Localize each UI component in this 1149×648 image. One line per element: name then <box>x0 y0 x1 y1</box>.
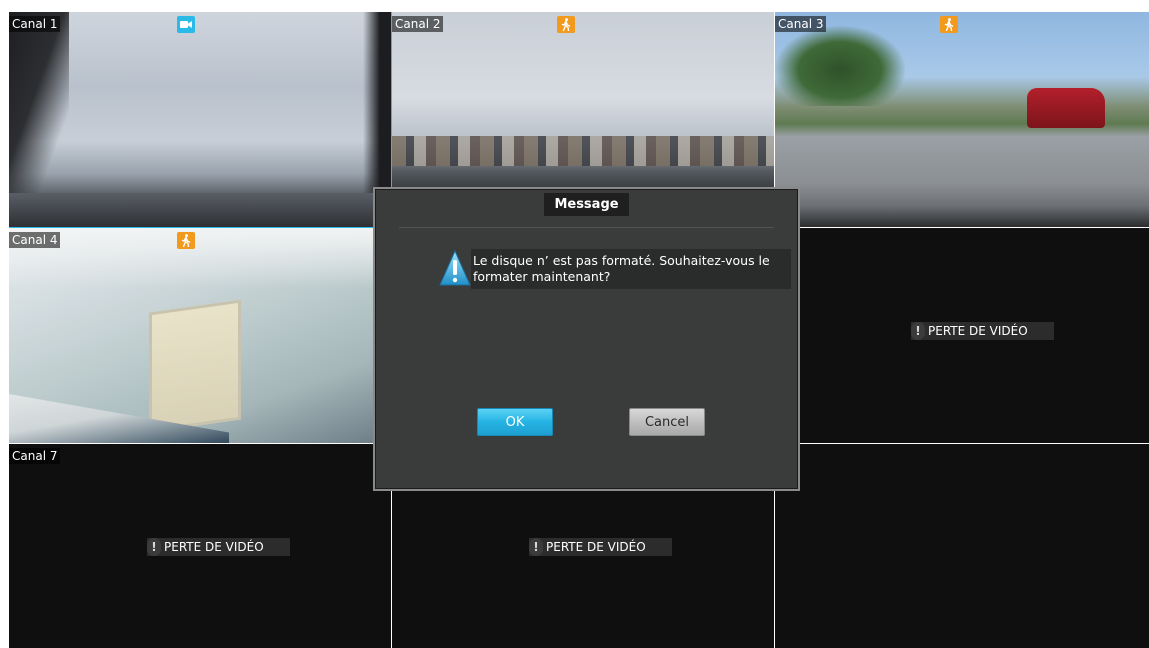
video-loss-indicator: ! PERTE DE VIDÉO <box>529 538 672 556</box>
video-loss-indicator: ! PERTE DE VIDÉO <box>147 538 290 556</box>
dialog-title-bar: Message <box>375 193 798 216</box>
channel-label: Canal 2 <box>392 16 444 32</box>
camera-icon <box>177 16 195 33</box>
ok-button[interactable]: OK <box>477 408 553 436</box>
video-loss-text: PERTE DE VIDÉO <box>164 540 264 554</box>
warning-icon: ! <box>147 538 161 556</box>
tree <box>775 26 905 106</box>
camera-feed-1 <box>9 12 391 227</box>
camera-feed-3 <box>775 12 1149 227</box>
camera-icon-glyph <box>180 21 192 28</box>
walking-person-glyph <box>944 18 954 31</box>
walking-person-glyph <box>561 18 571 31</box>
channel-tile-1[interactable]: Canal 1 <box>9 12 392 228</box>
door <box>149 299 241 433</box>
dialog-message: Le disque n’ est pas formaté. Souhaitez-… <box>439 249 791 291</box>
walking-person-icon <box>177 232 195 249</box>
red-car <box>1027 88 1105 128</box>
dialog-title: Message <box>544 193 629 216</box>
camera-feed-4 <box>9 228 391 443</box>
cancel-button[interactable]: Cancel <box>629 408 705 436</box>
channel-label: Canal 1 <box>9 16 61 32</box>
warning-icon: ! <box>911 322 925 340</box>
info-icon <box>439 249 471 286</box>
walking-person-icon <box>557 16 575 33</box>
video-loss-text: PERTE DE VIDÉO <box>928 324 1028 338</box>
channel-tile-9[interactable] <box>775 444 1149 648</box>
channel-label: Canal 7 <box>9 448 61 464</box>
video-loss-indicator: ! PERTE DE VIDÉO <box>911 322 1054 340</box>
dialog-message-text: Le disque n’ est pas formaté. Souhaitez-… <box>471 249 791 289</box>
walking-person-glyph <box>181 234 191 247</box>
warning-icon: ! <box>529 538 543 556</box>
channel-tile-6[interactable]: ! PERTE DE VIDÉO <box>775 228 1149 444</box>
video-loss-text: PERTE DE VIDÉO <box>546 540 646 554</box>
parked-cars <box>392 136 774 166</box>
dialog-divider <box>399 227 774 228</box>
channel-label: Canal 3 <box>775 16 827 32</box>
channel-tile-3[interactable]: Canal 3 <box>775 12 1149 228</box>
channel-label: Canal 4 <box>9 232 61 248</box>
ceiling <box>9 228 391 288</box>
parking-lot <box>9 193 391 227</box>
message-dialog: Message Le disque n’ est pas formaté. So… <box>373 187 800 491</box>
dvr-live-view: Canal 1 Canal 2 Canal 3 Canal 4 ! PERTE … <box>0 0 1149 648</box>
channel-tile-4[interactable]: Canal 4 <box>9 228 392 444</box>
walking-person-icon <box>940 16 958 33</box>
channel-tile-7[interactable]: Canal 7 ! PERTE DE VIDÉO <box>9 444 392 648</box>
